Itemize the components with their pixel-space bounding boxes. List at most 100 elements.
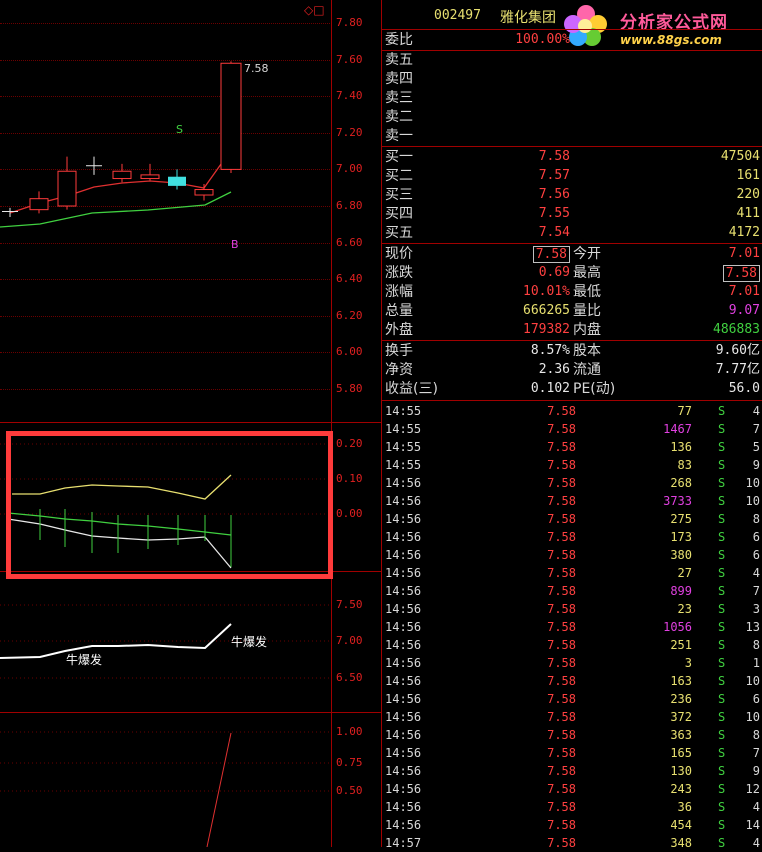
trade-volume: 454 bbox=[670, 818, 692, 832]
trade-row[interactable]: 14:56 7.58 899 S 7 bbox=[382, 582, 762, 600]
trade-row[interactable]: 14:56 7.58 165 S 7 bbox=[382, 744, 762, 762]
trade-volume: 380 bbox=[670, 548, 692, 562]
divider bbox=[382, 146, 762, 147]
candle bbox=[57, 156, 77, 210]
trade-time: 14:56 bbox=[385, 656, 422, 670]
trade-volume: 236 bbox=[670, 692, 692, 706]
chart-area[interactable]: ◇□ 7.58 S B 牛爆发 牛爆发 7.80 7.60 7.40 7.20 … bbox=[0, 0, 382, 847]
sell-signal-marker: S bbox=[176, 123, 183, 136]
price-tick: 6.60 bbox=[336, 235, 363, 249]
trade-price: 7.58 bbox=[547, 674, 576, 688]
trade-row[interactable]: 14:56 7.58 27 S 4 bbox=[382, 564, 762, 582]
indicator1-tick: 0.10 bbox=[336, 472, 363, 485]
trade-time: 14:56 bbox=[385, 602, 422, 616]
buy-level-volume: 220 bbox=[736, 187, 760, 202]
trade-count: 6 bbox=[752, 692, 760, 706]
trade-time: 14:56 bbox=[385, 638, 422, 652]
candle bbox=[168, 169, 186, 190]
stat-value: 0.69 bbox=[538, 265, 570, 280]
trade-time: 14:56 bbox=[385, 782, 422, 796]
stat-label: 涨幅 bbox=[385, 284, 413, 300]
trade-row[interactable]: 14:56 7.58 163 S 10 bbox=[382, 672, 762, 690]
trade-side: S bbox=[718, 710, 726, 724]
fundamental-label: 收益(三) bbox=[385, 381, 438, 397]
trade-row[interactable]: 14:56 7.58 251 S 8 bbox=[382, 636, 762, 654]
trade-price: 7.58 bbox=[547, 764, 576, 778]
trade-row[interactable]: 14:56 7.58 454 S 14 bbox=[382, 816, 762, 834]
stat-label: 现价 bbox=[385, 246, 413, 262]
stat-label: 内盘 bbox=[573, 322, 601, 338]
buy-level-price: 7.58 bbox=[538, 149, 570, 164]
trade-side: S bbox=[718, 656, 726, 670]
trade-row[interactable]: 14:55 7.58 83 S 9 bbox=[382, 456, 762, 474]
price-tick: 6.80 bbox=[336, 199, 363, 212]
trade-time: 14:57 bbox=[385, 836, 422, 850]
trade-row[interactable]: 14:56 7.58 243 S 12 bbox=[382, 780, 762, 798]
trade-price: 7.58 bbox=[547, 818, 576, 832]
trade-row[interactable]: 14:56 7.58 236 S 6 bbox=[382, 690, 762, 708]
trade-price: 7.58 bbox=[547, 710, 576, 724]
trade-price: 7.58 bbox=[547, 548, 576, 562]
trade-volume: 372 bbox=[670, 710, 692, 724]
indicator3-tick: 1.00 bbox=[336, 725, 363, 738]
trade-row[interactable]: 14:56 7.58 363 S 8 bbox=[382, 726, 762, 744]
stat-value: 666265 bbox=[523, 303, 570, 318]
trade-row[interactable]: 14:56 7.58 130 S 9 bbox=[382, 762, 762, 780]
trade-row[interactable]: 14:56 7.58 380 S 6 bbox=[382, 546, 762, 564]
stat-value: 7.58 bbox=[532, 246, 570, 263]
trade-row[interactable]: 14:56 7.58 1056 S 13 bbox=[382, 618, 762, 636]
trade-price: 7.58 bbox=[547, 692, 576, 706]
stat-label: 涨跌 bbox=[385, 265, 413, 281]
stat-label: 外盘 bbox=[385, 322, 413, 338]
divider bbox=[382, 29, 762, 30]
trade-volume: 36 bbox=[677, 800, 692, 814]
trade-price: 7.58 bbox=[547, 530, 576, 544]
trade-row[interactable]: 14:56 7.58 3733 S 10 bbox=[382, 492, 762, 510]
trade-row[interactable]: 14:56 7.58 3 S 1 bbox=[382, 654, 762, 672]
trade-price: 7.58 bbox=[547, 836, 576, 850]
stat-row: 外盘 179382 内盘 486883 bbox=[382, 321, 762, 339]
buy-level-label: 买五 bbox=[385, 225, 413, 241]
trade-side: S bbox=[718, 836, 726, 850]
trade-row[interactable]: 14:56 7.58 36 S 4 bbox=[382, 798, 762, 816]
trade-time: 14:56 bbox=[385, 746, 422, 760]
trade-price: 7.58 bbox=[547, 422, 576, 436]
high-price-label: 7.58 bbox=[244, 62, 269, 75]
indicator-chart-2 bbox=[0, 604, 330, 679]
trade-row[interactable]: 14:55 7.58 1467 S 7 bbox=[382, 420, 762, 438]
trade-price: 7.58 bbox=[547, 494, 576, 508]
buy-level-row: 买二 7.57 161 bbox=[382, 167, 762, 185]
trade-row[interactable]: 14:55 7.58 77 S 4 bbox=[382, 402, 762, 420]
buy-level-volume: 4172 bbox=[728, 225, 760, 240]
trade-side: S bbox=[718, 584, 726, 598]
trade-row[interactable]: 14:55 7.58 136 S 5 bbox=[382, 438, 762, 456]
price-tick: 6.20 bbox=[336, 308, 363, 322]
trade-row[interactable]: 14:57 7.58 348 S 4 bbox=[382, 834, 762, 852]
trade-volume: 83 bbox=[677, 458, 692, 472]
price-tick: 7.60 bbox=[336, 52, 363, 66]
trade-row[interactable]: 14:56 7.58 23 S 3 bbox=[382, 600, 762, 618]
trade-volume: 251 bbox=[670, 638, 692, 652]
trade-row[interactable]: 14:56 7.58 268 S 10 bbox=[382, 474, 762, 492]
trade-price: 7.58 bbox=[547, 638, 576, 652]
trade-time: 14:56 bbox=[385, 548, 422, 562]
buy-level-volume: 47504 bbox=[720, 149, 760, 164]
fundamental-label: 股本 bbox=[573, 343, 601, 359]
trade-count: 5 bbox=[752, 440, 760, 454]
price-tick: 5.80 bbox=[336, 382, 363, 395]
trade-volume: 268 bbox=[670, 476, 692, 490]
trade-side: S bbox=[718, 746, 726, 760]
trade-side: S bbox=[718, 476, 726, 490]
stat-value: 7.01 bbox=[728, 246, 760, 261]
divider bbox=[382, 243, 762, 244]
trade-row[interactable]: 14:56 7.58 372 S 10 bbox=[382, 708, 762, 726]
trade-row[interactable]: 14:56 7.58 173 S 6 bbox=[382, 528, 762, 546]
trade-time: 14:56 bbox=[385, 818, 422, 832]
trade-side: S bbox=[718, 764, 726, 778]
stat-value: 9.07 bbox=[728, 303, 760, 318]
fundamental-value: 2.36 bbox=[538, 362, 570, 377]
trade-count: 10 bbox=[745, 710, 760, 724]
trade-count: 3 bbox=[752, 602, 760, 616]
trade-row[interactable]: 14:56 7.58 275 S 8 bbox=[382, 510, 762, 528]
trade-time: 14:55 bbox=[385, 440, 422, 454]
